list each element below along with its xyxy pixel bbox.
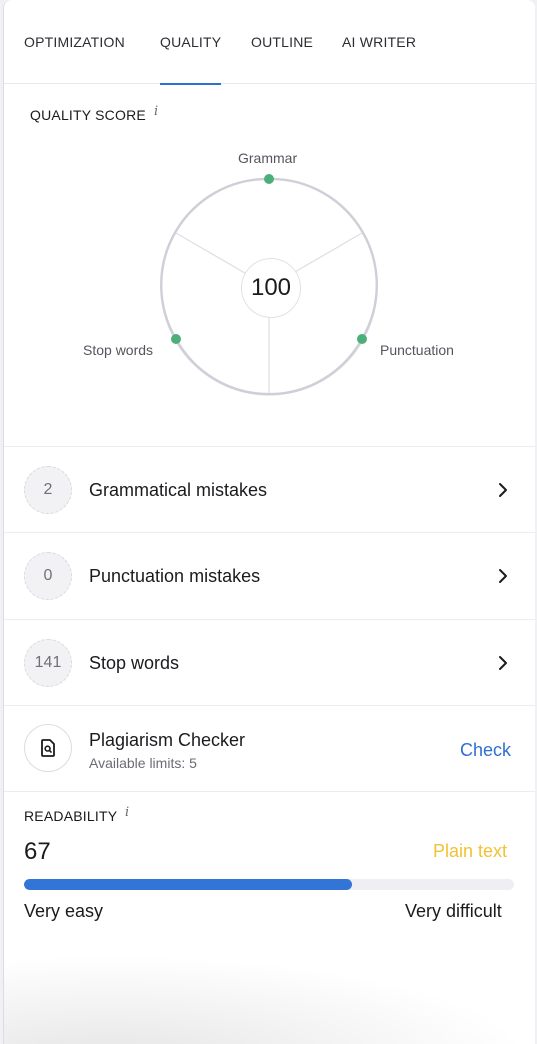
row-label: Stop words <box>89 653 180 673</box>
readability-info-icon[interactable]: i <box>125 805 129 820</box>
row-label: Grammatical mistakes <box>89 480 268 500</box>
chevron-right-icon[interactable] <box>497 568 509 584</box>
row-label: Punctuation mistakes <box>89 566 261 586</box>
row-grammatical-mistakes[interactable]: 2 Grammatical mistakes <box>4 447 535 533</box>
radar-label-punctuation: Punctuation <box>380 342 454 358</box>
tab-ai-writer[interactable]: AI WRITER <box>342 0 416 84</box>
radar-point-stop-words <box>171 334 181 344</box>
scale-max-label: Very difficult <box>405 901 502 921</box>
row-punctuation-mistakes[interactable]: 0 Punctuation mistakes <box>4 533 535 619</box>
radar-label-stop-words: Stop words <box>83 342 154 358</box>
radar-point-punctuation <box>357 334 367 344</box>
tab-optimization[interactable]: OPTIMIZATION <box>24 0 125 84</box>
quality-panel: OPTIMIZATION QUALITY OUTLINE AI WRITER Q… <box>3 0 535 1044</box>
tab-quality[interactable]: QUALITY <box>160 0 222 85</box>
readability-score: 67 <box>24 838 51 865</box>
count-badge: 141 <box>24 639 72 687</box>
readability-bar-fill <box>24 879 353 890</box>
readability-bar <box>24 879 514 890</box>
row-plagiarism-checker: Plagiarism Checker Available limits: 5 C… <box>4 706 535 792</box>
divider <box>4 791 535 792</box>
chevron-right-icon[interactable] <box>497 482 509 498</box>
row-stop-words[interactable]: 141 Stop words <box>4 620 535 706</box>
tab-bar: OPTIMIZATION QUALITY OUTLINE AI WRITER <box>4 0 535 85</box>
text-type-selector[interactable]: Plain text <box>433 841 507 862</box>
quality-score-title: QUALITY SCORE <box>30 107 146 123</box>
quality-score-value: 100 <box>241 258 301 318</box>
plagiarism-limits: Available limits: 5 <box>89 755 197 771</box>
plagiarism-title: Plagiarism Checker <box>89 730 246 750</box>
chevron-right-icon[interactable] <box>497 655 509 671</box>
count-badge: 0 <box>24 552 72 600</box>
tab-outline[interactable]: OUTLINE <box>251 0 313 84</box>
plagiarism-check-button[interactable]: Check <box>460 740 511 761</box>
radar-point-grammar <box>264 174 274 184</box>
count-badge: 2 <box>24 466 72 514</box>
quality-info-icon[interactable]: i <box>154 104 158 119</box>
document-search-icon <box>24 724 72 772</box>
readability-title: READABILITY <box>24 808 118 824</box>
scale-min-label: Very easy <box>24 901 104 921</box>
radar-label-grammar: Grammar <box>238 150 298 166</box>
